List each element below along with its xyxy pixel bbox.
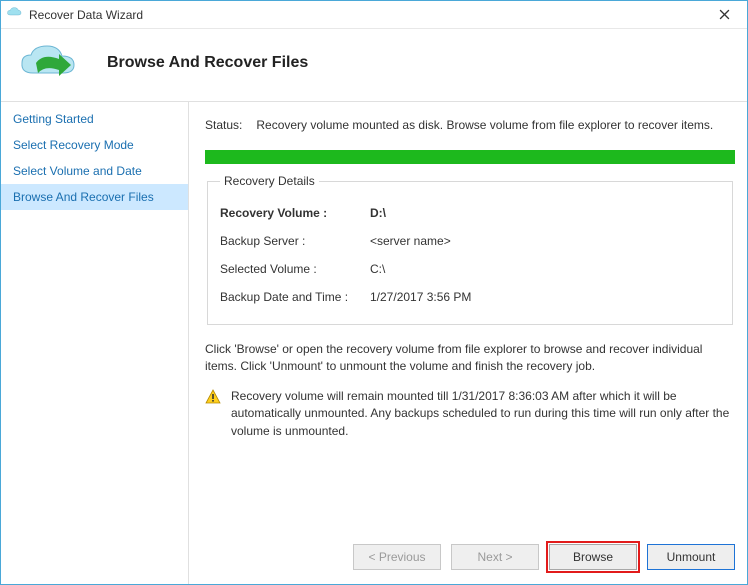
previous-button: < Previous [353,544,441,570]
window-title: Recover Data Wizard [29,8,707,22]
close-button[interactable] [707,4,741,26]
sidebar: Getting Started Select Recovery Mode Sel… [1,102,189,584]
button-row: < Previous Next > Browse Unmount [205,532,735,584]
cloud-logo-icon [19,43,83,83]
sidebar-item-browse-and-recover-files[interactable]: Browse And Recover Files [1,184,188,210]
sidebar-item-getting-started[interactable]: Getting Started [1,106,188,132]
unmount-button[interactable]: Unmount [647,544,735,570]
backup-server-row: Backup Server : <server name> [220,234,720,248]
page-title: Browse And Recover Files [107,54,308,72]
status-label: Status: [205,118,242,132]
warning-row: Recovery volume will remain mounted till… [205,388,735,440]
recovery-volume-row: Recovery Volume : D:\ [220,206,720,220]
backup-datetime-label: Backup Date and Time : [220,290,370,304]
wizard-window: Recover Data Wizard Browse And Recover F… [0,0,748,585]
sidebar-item-select-recovery-mode[interactable]: Select Recovery Mode [1,132,188,158]
app-cloud-icon [7,7,23,23]
sidebar-item-select-volume-and-date[interactable]: Select Volume and Date [1,158,188,184]
warning-icon [205,389,221,405]
selected-volume-row: Selected Volume : C:\ [220,262,720,276]
backup-server-label: Backup Server : [220,234,370,248]
status-row: Status: Recovery volume mounted as disk.… [205,118,735,132]
recovery-details-group: Recovery Details Recovery Volume : D:\ B… [207,174,733,325]
browse-button[interactable]: Browse [549,544,637,570]
selected-volume-value: C:\ [370,262,385,276]
recovery-volume-value: D:\ [370,206,386,220]
header: Browse And Recover Files [1,29,747,101]
instruction-text: Click 'Browse' or open the recovery volu… [205,341,735,376]
recovery-details-legend: Recovery Details [220,174,319,188]
next-button: Next > [451,544,539,570]
recovery-volume-label: Recovery Volume : [220,206,370,220]
backup-server-value: <server name> [370,234,451,248]
selected-volume-label: Selected Volume : [220,262,370,276]
content: Status: Recovery volume mounted as disk.… [189,102,747,584]
progress-bar [205,150,735,164]
backup-datetime-row: Backup Date and Time : 1/27/2017 3:56 PM [220,290,720,304]
warning-text: Recovery volume will remain mounted till… [231,388,735,440]
body: Getting Started Select Recovery Mode Sel… [1,101,747,584]
status-text: Recovery volume mounted as disk. Browse … [256,118,713,132]
titlebar: Recover Data Wizard [1,1,747,29]
backup-datetime-value: 1/27/2017 3:56 PM [370,290,471,304]
